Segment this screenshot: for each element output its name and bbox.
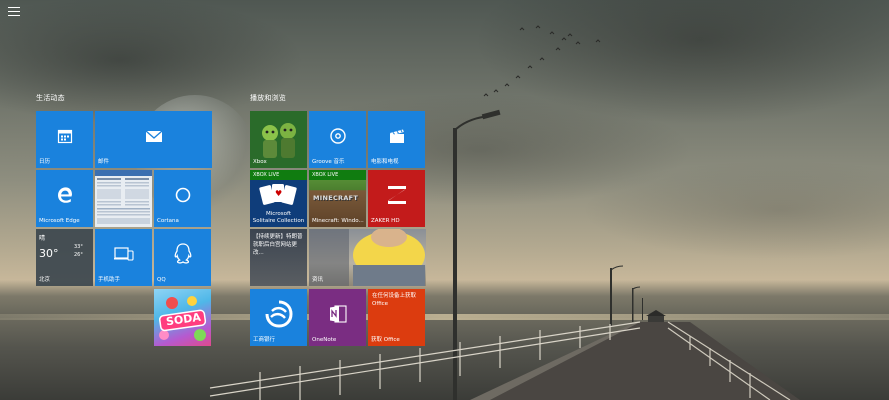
xbox-live-badge: XBOX LIVE: [309, 170, 366, 180]
mail-icon: [145, 130, 162, 143]
pier-gazebo: [646, 310, 666, 316]
minecraft-logo: MINECRAFT: [313, 194, 359, 202]
tile-label: Groove 音乐: [312, 159, 345, 165]
zaker-logo-icon: [387, 186, 406, 205]
icbc-logo-icon: [265, 300, 293, 328]
tile-label: 电影和电视: [371, 159, 399, 165]
tile-label: Xbox: [253, 159, 267, 165]
tile-label: QQ: [157, 277, 166, 283]
news-photo-image: [309, 229, 425, 286]
cortana-circle-icon: [175, 187, 190, 203]
hamburger-menu-button[interactable]: [8, 7, 20, 17]
groove-disc-icon: [329, 128, 346, 144]
onenote-icon: [329, 305, 347, 323]
tile-news-photo[interactable]: 资讯: [309, 229, 426, 286]
weather-condition: 晴: [39, 235, 46, 242]
tile-mail[interactable]: 邮件: [95, 111, 212, 168]
weather-low: 26°: [74, 252, 83, 258]
tile-label: 工商银行: [253, 337, 276, 343]
svg-text:♥: ♥: [275, 189, 282, 198]
tile-label: Microsoft Edge: [39, 218, 80, 224]
tile-onenote[interactable]: OneNote: [309, 289, 366, 346]
weather-high: 33°: [74, 244, 83, 250]
tile-groove[interactable]: Groove 音乐: [309, 111, 366, 168]
tile-weather[interactable]: 晴 30° 33° 26° 北京: [36, 229, 93, 286]
xbox-live-badge: XBOX LIVE: [250, 170, 307, 180]
live-preview-thumbnail: [95, 170, 152, 224]
group-title-life[interactable]: 生活动态: [36, 93, 65, 103]
tile-label: 资讯: [312, 277, 324, 283]
hamburger-line: [8, 7, 20, 8]
tile-solitaire[interactable]: XBOX LIVE ♥ Microsoft Solitaire Collecti…: [250, 170, 307, 227]
tile-live-preview[interactable]: [95, 170, 152, 227]
hamburger-line: [8, 15, 20, 16]
tile-phone-assistant[interactable]: 手机助手: [95, 229, 152, 286]
tile-label: ZAKER HD: [371, 218, 400, 224]
weather-temperature: 30°: [39, 247, 59, 260]
edge-icon: [57, 187, 72, 203]
weather-location: 北京: [39, 277, 51, 283]
news-headline: 【持续更新】特朗普就职后白宫网站更改...: [253, 234, 303, 256]
movie-clapper-icon: [389, 129, 404, 144]
tile-label: 日历: [39, 159, 51, 165]
tile-icbc[interactable]: 工商银行: [250, 289, 307, 346]
tile-label: 获取 Office: [371, 337, 400, 343]
tile-candy-crush-soda[interactable]: SODA: [154, 289, 211, 346]
tile-minecraft[interactable]: XBOX LIVE MINECRAFT Minecraft: Windo...: [309, 170, 366, 227]
tile-label: OneNote: [312, 337, 337, 343]
group-title-play[interactable]: 播放和浏览: [250, 93, 286, 103]
tile-label: 手机助手: [98, 277, 121, 283]
tile-label: 邮件: [98, 159, 110, 165]
tile-label: Cortana: [157, 218, 179, 224]
tile-get-office[interactable]: 在任何设备上获取 Office 获取 Office: [368, 289, 425, 346]
tile-calendar[interactable]: 日历: [36, 111, 93, 168]
tile-zaker[interactable]: ZAKER HD: [368, 170, 425, 227]
tile-cortana[interactable]: Cortana: [154, 170, 211, 227]
tile-label: Microsoft Solitaire Collection: [252, 211, 305, 224]
phone-assistant-icon: [113, 247, 134, 261]
tile-movies-tv[interactable]: 电影和电视: [368, 111, 425, 168]
calendar-icon: [57, 129, 72, 144]
tile-xbox[interactable]: Xbox: [250, 111, 307, 168]
tile-news[interactable]: 【持续更新】特朗普就职后白宫网站更改...: [250, 229, 307, 286]
hamburger-line: [8, 11, 20, 12]
birds: [483, 25, 601, 97]
office-promo-text: 在任何设备上获取 Office: [372, 293, 417, 307]
tile-edge[interactable]: Microsoft Edge: [36, 170, 93, 227]
qq-penguin-icon: [174, 243, 191, 264]
playing-cards-icon: ♥: [259, 184, 297, 205]
weather-high-low: 33° 26°: [74, 243, 83, 259]
tile-qq[interactable]: QQ: [154, 229, 211, 286]
tile-label: Minecraft: Windo...: [312, 218, 364, 224]
